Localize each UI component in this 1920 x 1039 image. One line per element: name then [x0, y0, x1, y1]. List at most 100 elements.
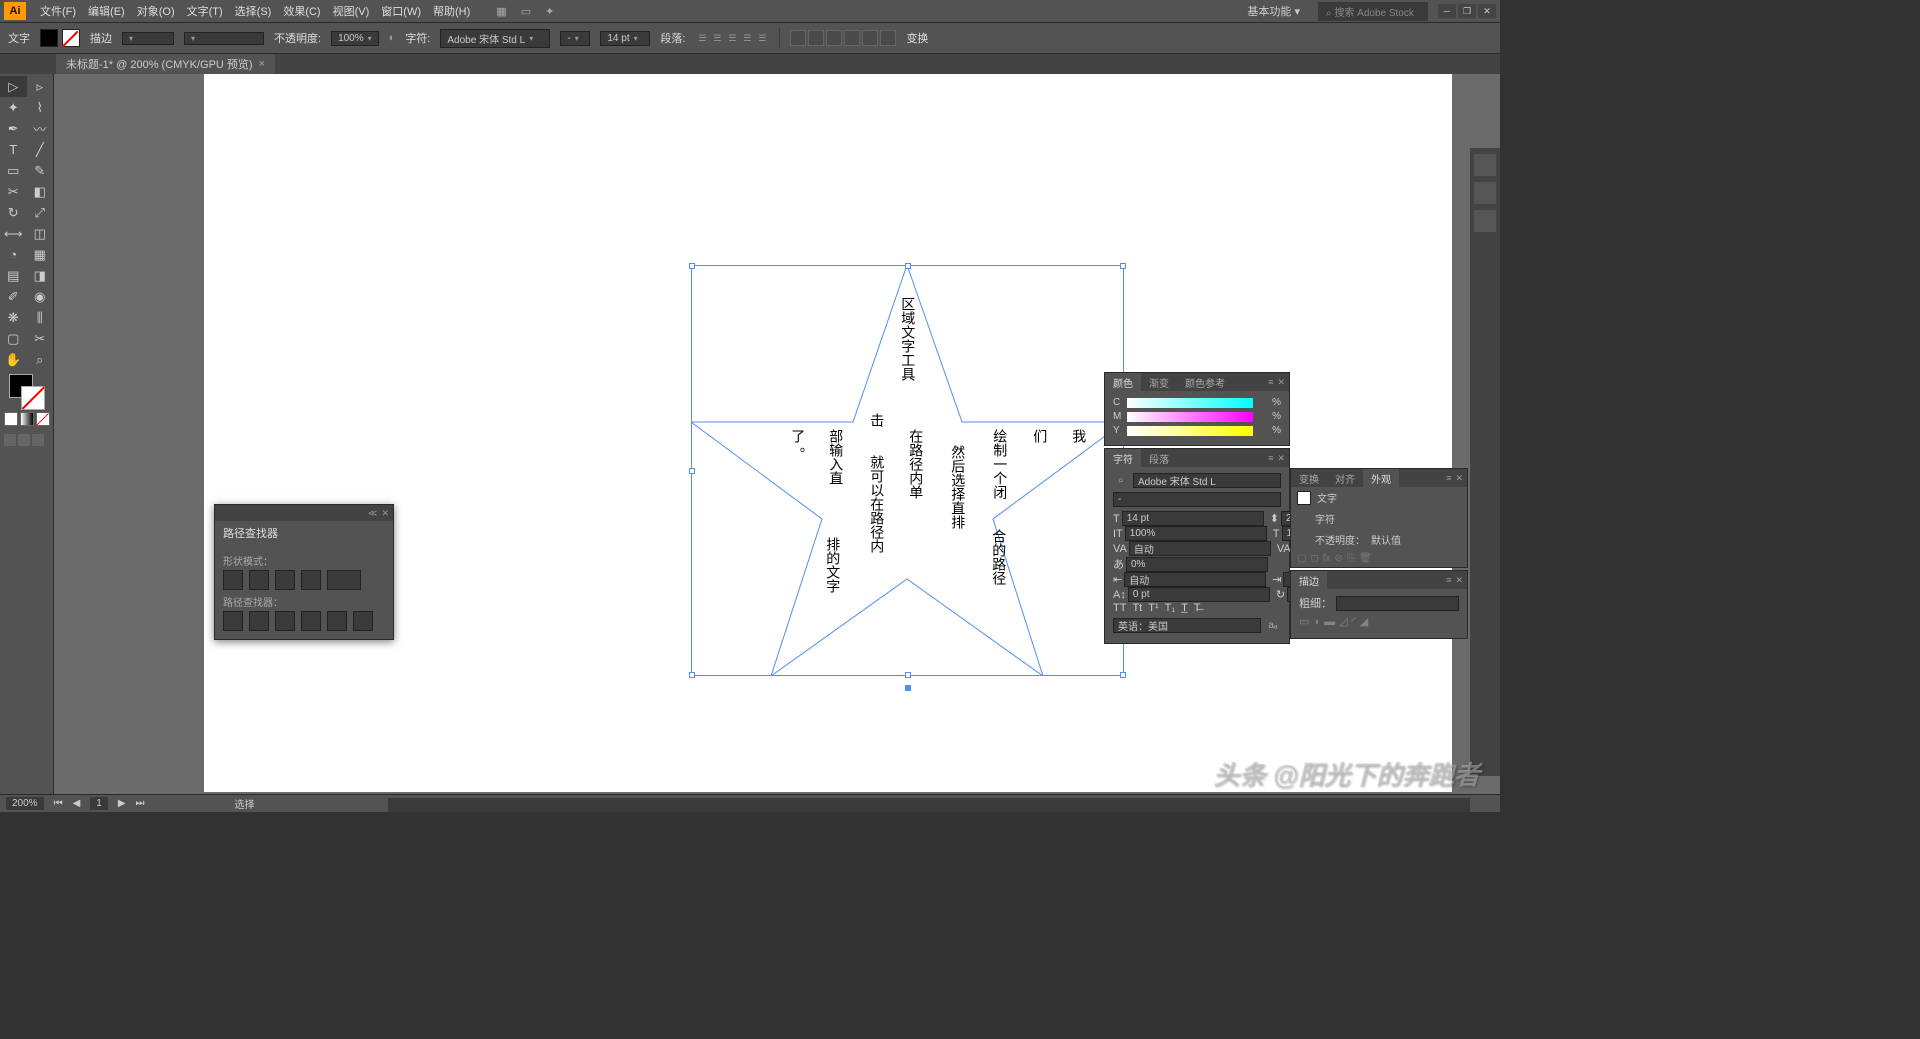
stroke-color-icon[interactable] — [21, 386, 45, 410]
appearance-tab[interactable]: 外观 — [1363, 469, 1399, 488]
vscale-input[interactable] — [1125, 526, 1267, 541]
stroke-tab[interactable]: 描边 — [1291, 571, 1327, 590]
fx-icon[interactable]: fx — [1323, 553, 1331, 564]
right-panel-dock-2[interactable]: 变换 对齐 外观 ≡✕ 文字 字符 不透明度：默认值 ▢ ◻ fx ⊘ ⎘ 🗑 … — [1290, 468, 1468, 641]
m-slider[interactable] — [1127, 412, 1253, 422]
menu-help[interactable]: 帮助(H) — [427, 3, 476, 19]
align-tab[interactable]: 对齐 — [1327, 469, 1363, 488]
shaper-tool[interactable]: ✂ — [0, 181, 27, 202]
type-tool[interactable]: T — [0, 139, 27, 160]
color-mode-none[interactable] — [36, 412, 50, 426]
panel-menu-icon[interactable]: ≡ — [1446, 473, 1451, 484]
blend-tool[interactable]: ◉ — [27, 286, 54, 307]
align-r-icon[interactable] — [826, 30, 842, 46]
fill-stroke-control[interactable] — [0, 370, 53, 430]
baseline-input[interactable] — [1128, 587, 1270, 602]
join-bevel-icon[interactable]: ◢ — [1360, 615, 1368, 628]
align-b-icon[interactable] — [880, 30, 896, 46]
stroke-swatch[interactable] — [62, 29, 80, 47]
menu-type[interactable]: 文字(T) — [181, 3, 229, 19]
right-panel-strip[interactable] — [1470, 148, 1500, 776]
panel-menu-icon[interactable]: ≡ — [1268, 377, 1273, 388]
scale-tool[interactable]: ⤢ — [27, 202, 54, 223]
stock-search[interactable]: ⌕ 搜索 Adobe Stock — [1318, 2, 1428, 21]
font-style-dropdown[interactable]: - — [560, 31, 590, 46]
nav-first-icon[interactable]: ⏮ — [54, 798, 63, 809]
panel-close-icon[interactable]: ✕ — [1455, 575, 1463, 586]
appearance-fill-swatch[interactable] — [1297, 491, 1311, 505]
brush-dropdown[interactable] — [184, 32, 264, 45]
stroke-panel[interactable]: 描边 ≡✕ 粗细： ▭ ◖ ▬ ◿ ◜ ◢ — [1290, 570, 1468, 639]
duplicate-icon[interactable]: ⎘ — [1347, 553, 1355, 564]
transform-label[interactable]: 变换 — [906, 30, 928, 46]
font-style-input[interactable] — [1113, 492, 1281, 507]
cap-butt-icon[interactable]: ▭ — [1299, 615, 1309, 628]
symbol-sprayer-tool[interactable]: ❋ — [0, 307, 27, 328]
underline-icon[interactable]: T̲ — [1181, 602, 1188, 614]
join-miter-icon[interactable]: ◿ — [1339, 615, 1347, 628]
panel-menu-icon[interactable]: ≡ — [1268, 453, 1273, 464]
pathfinder-panel[interactable]: ≪ ✕ 路径查找器 形状模式： 路径查找器： — [214, 504, 394, 640]
window-restore[interactable]: ❐ — [1458, 4, 1476, 18]
c-slider[interactable] — [1127, 398, 1253, 408]
workspace-switcher[interactable]: 基本功能 ▾ — [1239, 1, 1308, 21]
graph-tool[interactable]: ⫼ — [27, 307, 54, 328]
draw-inside-icon[interactable] — [32, 434, 44, 446]
subscript-icon[interactable]: T₁ — [1165, 602, 1175, 614]
new-stroke-icon[interactable]: ◻ — [1310, 553, 1318, 564]
panel-close-icon[interactable]: ✕ — [1455, 473, 1463, 484]
recolor-icon[interactable]: ◐ — [389, 32, 396, 44]
opacity-input[interactable]: 100% — [331, 31, 379, 46]
cap-square-icon[interactable]: ▬ — [1324, 616, 1335, 628]
selection-tool[interactable]: ▷ — [0, 76, 27, 97]
aki-left-input[interactable] — [1124, 572, 1266, 587]
tab-close-icon[interactable]: × — [259, 58, 265, 70]
stroke-weight-input[interactable] — [1336, 596, 1459, 611]
align-right-icon[interactable]: ☰ — [725, 31, 739, 45]
smallcaps-icon[interactable]: Tt — [1132, 602, 1142, 614]
kerning-input[interactable] — [1129, 541, 1271, 556]
free-transform-tool[interactable]: ◫ — [27, 223, 54, 244]
trim-icon[interactable] — [249, 611, 269, 631]
expand-button[interactable] — [327, 570, 361, 590]
nav-prev-icon[interactable]: ◀ — [73, 798, 81, 809]
justify-icon[interactable]: ☰ — [740, 31, 754, 45]
font-size-dropdown[interactable]: 14 pt — [600, 31, 650, 46]
rectangle-tool[interactable]: ▭ — [0, 160, 27, 181]
appearance-panel[interactable]: 变换 对齐 外观 ≡✕ 文字 字符 不透明度：默认值 ▢ ◻ fx ⊘ ⎘ 🗑 — [1290, 468, 1468, 568]
delete-icon[interactable]: 🗑 — [1359, 553, 1372, 564]
allcaps-icon[interactable]: TT — [1113, 602, 1126, 614]
color-guide-tab[interactable]: 颜色参考 — [1177, 373, 1233, 392]
paintbrush-tool[interactable]: ✎ — [27, 160, 54, 181]
menu-object[interactable]: 对象(O) — [131, 3, 181, 19]
hand-tool[interactable]: ✋ — [0, 349, 27, 370]
direct-selection-tool[interactable]: ▹ — [27, 76, 54, 97]
color-panel[interactable]: 颜色 渐变 颜色参考 ≡✕ C% M% Y% — [1104, 372, 1290, 446]
font-size-input[interactable] — [1122, 511, 1264, 526]
panel-close-icon[interactable]: ✕ — [1277, 453, 1285, 464]
zoom-level[interactable]: 200% — [6, 797, 44, 810]
clear-icon[interactable]: ⊘ — [1335, 553, 1343, 564]
transform-tab[interactable]: 变换 — [1291, 469, 1327, 488]
rotate-tool[interactable]: ↻ — [0, 202, 27, 223]
artboard-number[interactable]: 1 — [90, 797, 108, 810]
unite-icon[interactable] — [223, 570, 243, 590]
swatches-icon[interactable] — [1474, 154, 1496, 176]
paragraph-tab[interactable]: 段落 — [1141, 449, 1177, 468]
align-center-icon[interactable]: ☰ — [710, 31, 724, 45]
gpu-icon[interactable]: ✦ — [545, 5, 554, 18]
horizontal-scrollbar[interactable] — [388, 798, 1470, 812]
panel-close-icon[interactable]: ✕ — [381, 508, 389, 519]
eyedropper-tool[interactable]: ✐ — [0, 286, 27, 307]
curvature-tool[interactable]: 〰 — [27, 118, 54, 139]
menu-edit[interactable]: 编辑(E) — [82, 3, 131, 19]
color-tab[interactable]: 颜色 — [1105, 373, 1141, 392]
width-tool[interactable]: ⟷ — [0, 223, 27, 244]
align-hc-icon[interactable] — [808, 30, 824, 46]
menu-view[interactable]: 视图(V) — [327, 3, 376, 19]
pen-tool[interactable]: ✒ — [0, 118, 27, 139]
intersect-icon[interactable] — [275, 570, 295, 590]
minus-front-icon[interactable] — [249, 570, 269, 590]
minus-back-icon[interactable] — [353, 611, 373, 631]
language-input[interactable] — [1113, 618, 1261, 633]
